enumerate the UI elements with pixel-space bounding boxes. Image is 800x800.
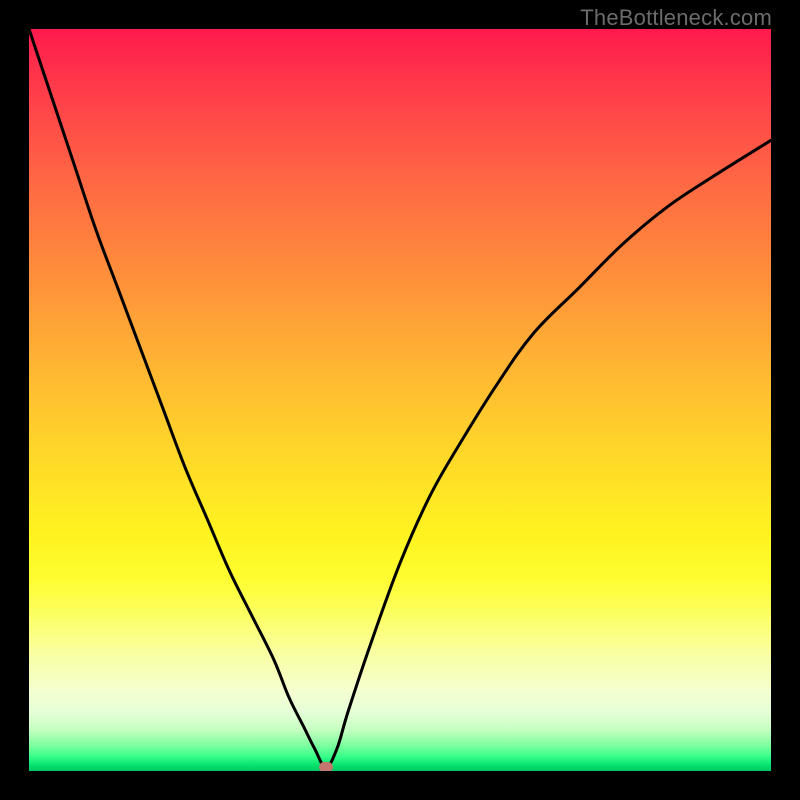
- watermark-text: TheBottleneck.com: [580, 5, 772, 31]
- gradient-background: [29, 29, 771, 771]
- min-marker: [319, 762, 333, 771]
- plot-area: [29, 29, 771, 771]
- chart-frame: TheBottleneck.com: [0, 0, 800, 800]
